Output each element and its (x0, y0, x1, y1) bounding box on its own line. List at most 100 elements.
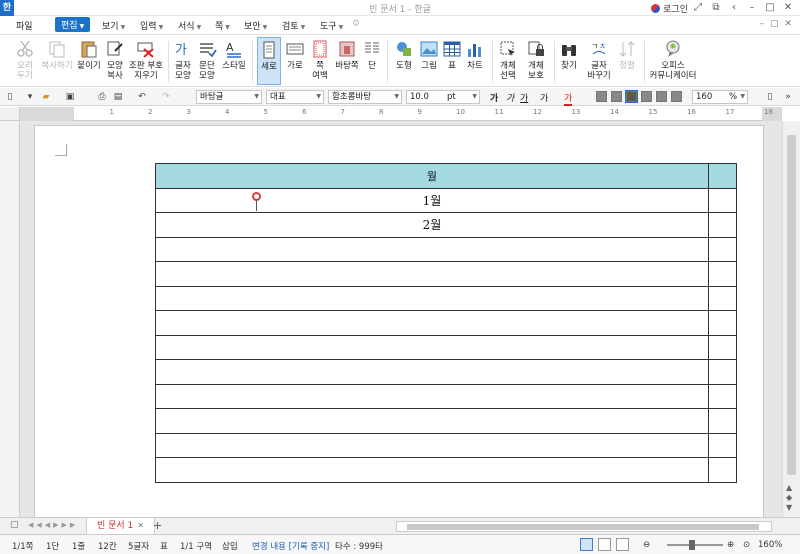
align-divide-button[interactable] (671, 91, 682, 102)
ribbon-restore-icon[interactable]: ▢ (770, 19, 779, 29)
clear-markup-button[interactable]: 조판 부호 지우기 (128, 37, 164, 81)
toolbar-expand-icon[interactable]: » (782, 91, 794, 103)
horizontal-scroll-thumb[interactable] (407, 524, 759, 530)
table-cell[interactable] (155, 310, 709, 336)
object-protect-button[interactable]: 개체 보호 (524, 37, 548, 81)
object-select-button[interactable]: 개체 선택 (496, 37, 520, 81)
ribbon-minimize-icon[interactable]: – (759, 19, 764, 29)
save-icon[interactable]: ▣ (64, 91, 76, 103)
menu-security[interactable]: 보안 ▼ (244, 19, 267, 32)
cut-button[interactable]: 오려 두기 (12, 37, 38, 81)
underline-button[interactable]: 가 (520, 91, 528, 104)
window-mode-icon[interactable]: ⧉ (710, 1, 722, 14)
tab-document-1[interactable]: 빈 문서 1 ✕ (86, 518, 155, 535)
menu-review[interactable]: 검토 ▼ (282, 19, 305, 32)
para-shape-button[interactable]: 문단 모양 (196, 37, 218, 81)
align-justify-button[interactable] (596, 91, 607, 102)
login-area[interactable]: 로그인 (651, 2, 688, 15)
chart-button[interactable]: 차트 (464, 37, 486, 71)
paste-button[interactable]: 붙이기 (76, 37, 102, 71)
style-button[interactable]: A 스타일 (220, 37, 248, 71)
preview-icon[interactable]: ▤ (112, 91, 124, 103)
table-cell[interactable] (155, 383, 709, 409)
menu-edit[interactable]: 편집 ▼ (55, 17, 91, 32)
table-cell[interactable] (707, 359, 738, 385)
vertical-scrollbar[interactable]: ▲ ◆ ▼ (782, 121, 800, 517)
table-cell[interactable] (707, 310, 738, 336)
zoom-percent-icon[interactable]: ⊙ (743, 540, 750, 550)
table-cell[interactable] (707, 408, 738, 434)
table-cell[interactable] (707, 212, 738, 238)
font-select[interactable]: 함초롬바탕 ▼ (328, 90, 402, 104)
menu-insert[interactable]: 입력 ▼ (140, 19, 163, 32)
undo-icon[interactable]: ↶ (136, 91, 148, 103)
table-cell[interactable] (707, 236, 738, 262)
redo-icon[interactable]: ↷ (160, 91, 172, 103)
zoom-in-icon[interactable]: ⊕ (727, 540, 734, 550)
align-distribute-button[interactable] (656, 91, 667, 102)
horizontal-ruler[interactable]: 1 2 3 4 5 6 7 8 9 10 11 12 13 14 15 16 17 18 (20, 107, 782, 121)
print-icon[interactable]: ⎙ (96, 91, 108, 103)
italic-button[interactable]: 가 (506, 91, 514, 104)
zoom-slider[interactable] (667, 544, 723, 546)
table-cell[interactable] (155, 432, 709, 458)
char-shape-button[interactable]: 가 글자 모양 (172, 37, 194, 81)
tab-list-icon[interactable]: ▢ (10, 520, 19, 530)
table-cell[interactable] (707, 457, 738, 483)
close-icon[interactable]: ✕ (782, 1, 794, 14)
table-cell[interactable] (707, 187, 738, 213)
table-header-cell[interactable]: 월 (155, 163, 709, 189)
language-select[interactable]: 대표 ▼ (266, 90, 324, 104)
table-header-cell[interactable] (707, 163, 738, 189)
find-button[interactable]: 찾기 (558, 37, 580, 71)
page-nav-buttons[interactable]: ▲ ◆ ▼ (786, 483, 792, 513)
ruler-corner[interactable] (0, 107, 20, 121)
master-page-button[interactable]: 바탕쪽 (334, 37, 360, 71)
bold-button[interactable]: 가 (490, 91, 498, 104)
table-cell[interactable] (707, 334, 738, 360)
page-margin-button[interactable]: 쪽 여백 (308, 37, 332, 81)
table-cell[interactable] (707, 432, 738, 458)
minimize-icon[interactable]: – (746, 1, 758, 14)
login-label[interactable]: 로그인 (663, 2, 688, 15)
add-tab-button[interactable]: + (153, 519, 162, 532)
table-cell[interactable] (155, 261, 709, 287)
table-cell[interactable] (155, 285, 709, 311)
table-cell[interactable]: 2월 (155, 212, 709, 238)
vertical-ruler[interactable] (0, 121, 20, 517)
chevron-down-icon[interactable]: ▾ (24, 91, 36, 103)
font-size-input[interactable]: 10.0 pt ▼ (406, 90, 480, 104)
page-view-button[interactable] (580, 538, 593, 551)
table-cell[interactable] (707, 261, 738, 287)
document-close-icon[interactable]: ✕ (784, 19, 792, 29)
close-icon[interactable]: ✕ (137, 521, 144, 530)
copy-button[interactable]: 복사하기 (40, 37, 74, 71)
font-color-button[interactable]: 가 (564, 91, 573, 106)
table-cell[interactable] (155, 236, 709, 262)
portrait-button[interactable]: 세로 (257, 37, 281, 85)
document-table[interactable]: 월 1월 2월 (155, 163, 738, 483)
table-cell[interactable]: 1월 (155, 187, 709, 213)
web-view-button[interactable] (598, 538, 611, 551)
customize-icon[interactable]: ⚙ (352, 19, 360, 29)
picture-button[interactable]: 그림 (418, 37, 440, 71)
table-cell[interactable] (155, 408, 709, 434)
menu-tools[interactable]: 도구 ▼ (320, 19, 343, 32)
fit-view-button[interactable] (616, 538, 629, 551)
align-left-button[interactable] (611, 91, 622, 102)
horizontal-scrollbar[interactable] (396, 521, 772, 532)
fullscreen-icon[interactable]: ⤢ (692, 1, 704, 14)
table-cell[interactable] (155, 359, 709, 385)
tab-nav-arrows[interactable]: ◀◀◀▶▶▶ (28, 521, 78, 529)
table-cell[interactable] (155, 334, 709, 360)
zoom-out-icon[interactable]: ⊖ (643, 540, 650, 550)
landscape-button[interactable]: 가로 (283, 37, 307, 71)
menu-page[interactable]: 쪽 ▼ (215, 19, 230, 32)
style-select[interactable]: 바탕글 ▼ (196, 90, 262, 104)
table-cell[interactable] (707, 383, 738, 409)
menu-file[interactable]: 파일 (16, 19, 33, 32)
open-folder-icon[interactable]: ▰ (40, 91, 52, 103)
new-document-icon[interactable]: ▯ (4, 91, 16, 103)
copy-format-button[interactable]: 모양 복사 (104, 37, 126, 81)
toolbar-options-icon[interactable]: ▯ (764, 91, 776, 103)
